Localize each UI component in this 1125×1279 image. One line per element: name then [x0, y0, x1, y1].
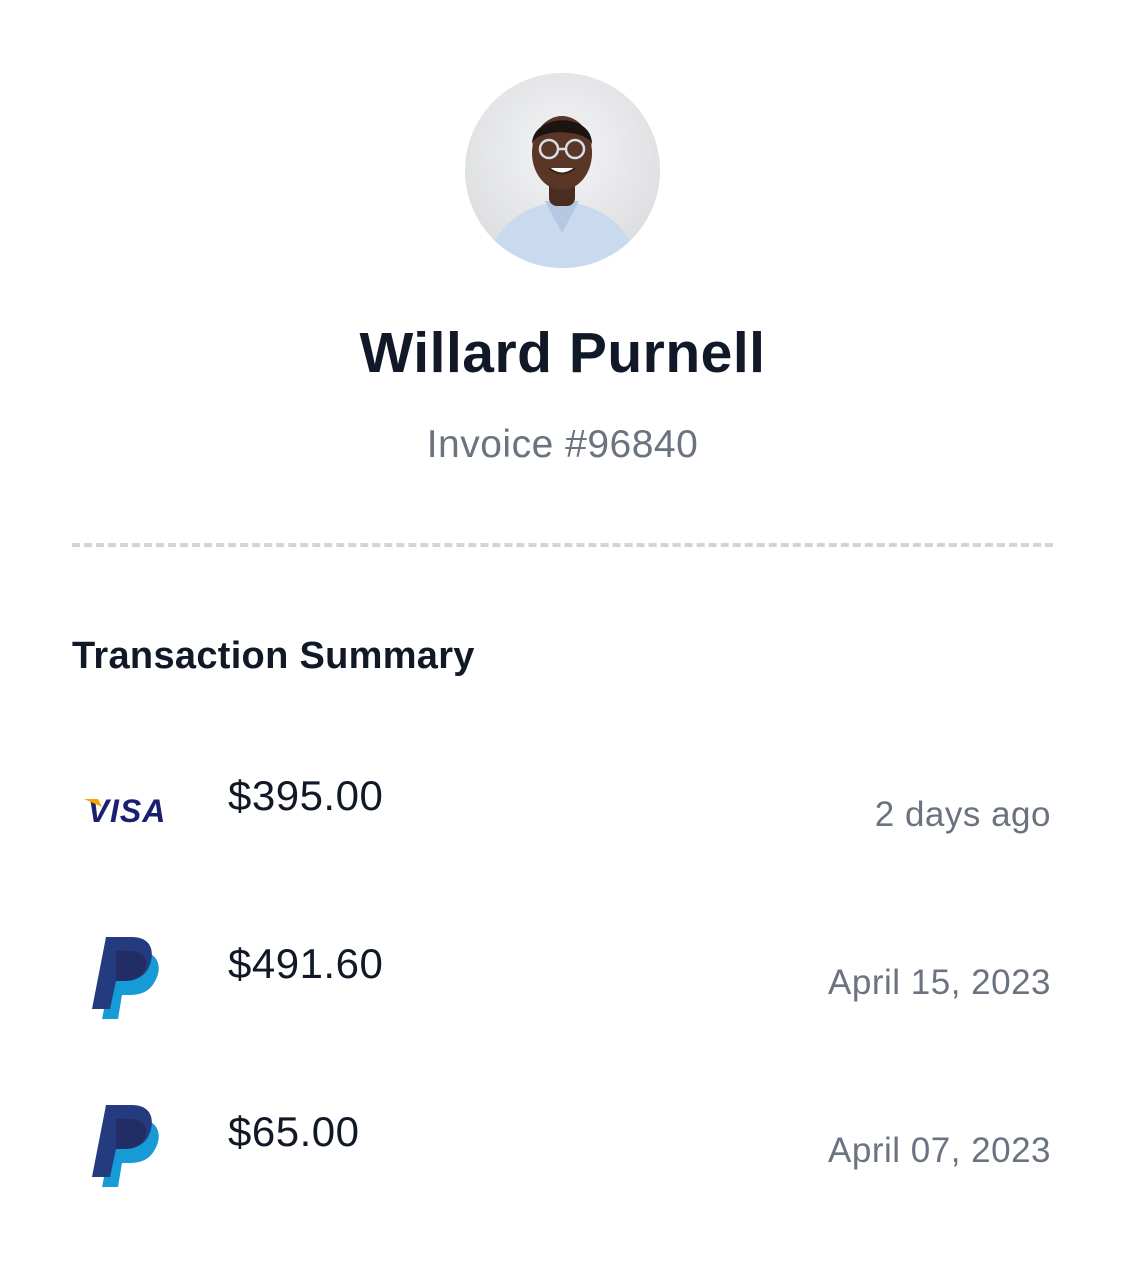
paypal-icon — [72, 1076, 182, 1216]
invoice-number: Invoice #96840 — [426, 423, 699, 466]
transaction-row[interactable]: $491.60 April 15, 2023 — [72, 908, 1053, 1076]
avatar-photo — [465, 73, 660, 268]
transaction-list: VISA $395.00 2 days ago $491.60 April 15… — [72, 740, 1053, 1244]
transaction-date: 2 days ago — [874, 795, 1051, 834]
transaction-amount: $65.00 — [228, 1108, 360, 1155]
transaction-row[interactable]: $65.00 April 07, 2023 — [72, 1076, 1053, 1244]
transaction-amount: $395.00 — [228, 772, 384, 819]
visa-icon: VISA — [72, 740, 182, 880]
transaction-date: April 15, 2023 — [828, 963, 1051, 1002]
transaction-date: April 07, 2023 — [828, 1131, 1051, 1170]
section-title: Transaction Summary — [72, 635, 475, 677]
transaction-row[interactable]: VISA $395.00 2 days ago — [72, 740, 1053, 908]
svg-text:VISA: VISA — [88, 793, 167, 827]
paypal-icon — [72, 908, 182, 1048]
dashed-divider — [72, 543, 1053, 547]
customer-name: Willard Purnell — [359, 321, 766, 385]
transaction-amount: $491.60 — [228, 940, 384, 987]
avatar[interactable] — [465, 73, 660, 268]
